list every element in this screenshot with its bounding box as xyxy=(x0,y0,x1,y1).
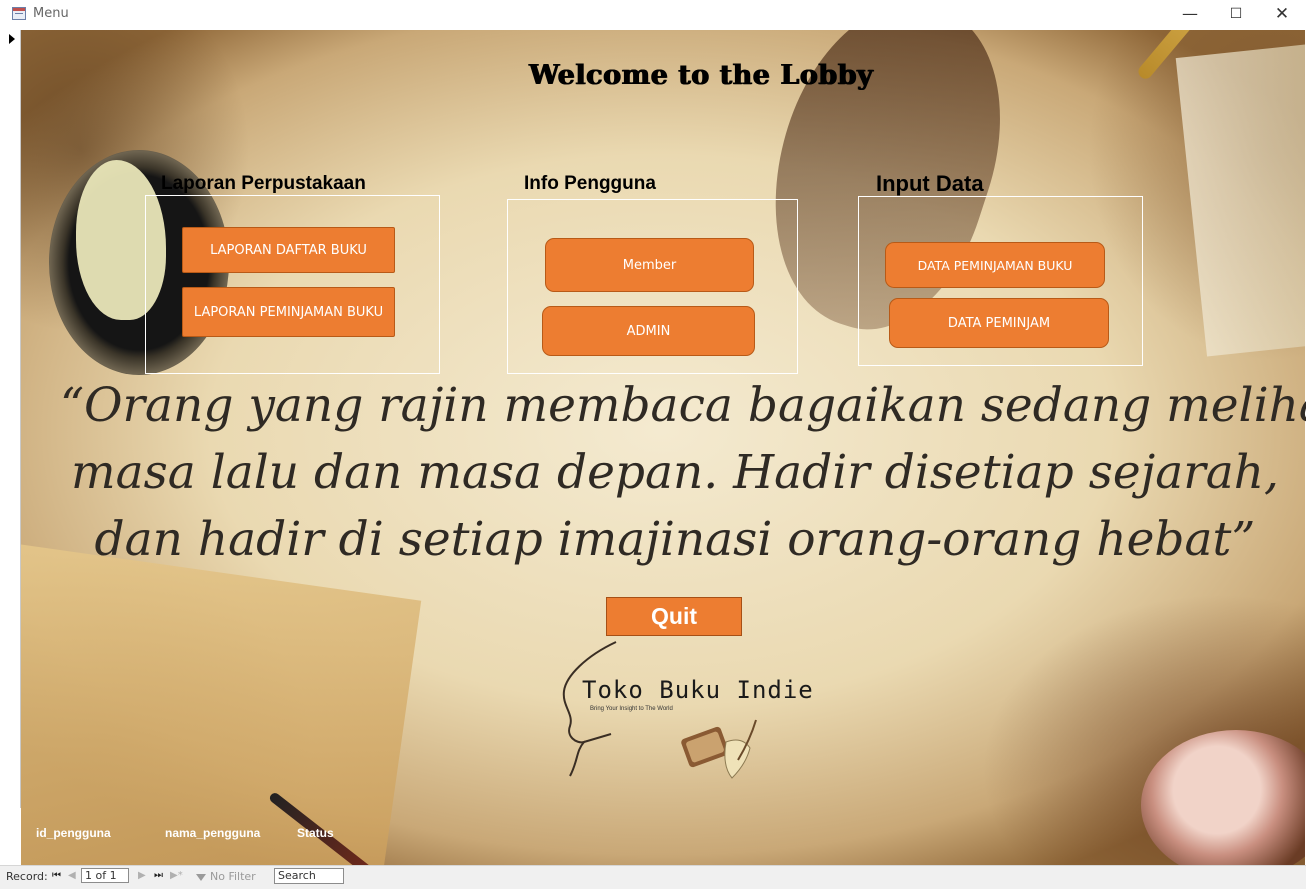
window-title-bar: Menu — ☐ ✕ xyxy=(0,0,1306,30)
quote-text: “Orang yang rajin membaca bagaikan sedan… xyxy=(60,372,1306,573)
quote-line: dan hadir di setiap imajinasi orang-oran… xyxy=(94,512,1256,567)
filter-icon xyxy=(196,873,206,881)
record-navigation-bar: Record: ⏮ ◀ 1 of 1 ▶ ⏭ ▶* No Filter Sear… xyxy=(0,865,1306,889)
minimize-button[interactable]: — xyxy=(1167,0,1213,30)
logo-tagline: Bring Your Insight to The World xyxy=(590,706,673,712)
logo-title: Toko Buku Indie xyxy=(582,676,814,704)
first-record-icon[interactable]: ⏮ xyxy=(52,870,61,881)
section-title-input-data: Input Data xyxy=(876,171,984,196)
section-title-laporan: Laporan Perpustakaan xyxy=(161,173,366,194)
search-input[interactable]: Search xyxy=(274,868,344,884)
previous-record-icon[interactable]: ◀ xyxy=(68,870,76,881)
next-record-icon[interactable]: ▶ xyxy=(138,870,146,881)
admin-button[interactable]: ADMIN xyxy=(542,306,755,356)
maximize-button[interactable]: ☐ xyxy=(1213,0,1259,30)
field-label-nama-pengguna: nama_pengguna xyxy=(165,826,261,840)
field-label-status: Status xyxy=(297,826,334,840)
quote-line: masa lalu dan masa depan. Hadir disetiap… xyxy=(71,445,1279,500)
data-peminjam-button[interactable]: DATA PEMINJAM xyxy=(889,298,1109,348)
member-button[interactable]: Member xyxy=(545,238,754,292)
laporan-daftar-buku-button[interactable]: LAPORAN DAFTAR BUKU xyxy=(182,227,395,273)
background-book xyxy=(1175,43,1305,357)
close-button[interactable]: ✕ xyxy=(1259,0,1305,30)
quote-line: “Orang yang rajin membaca bagaikan sedan… xyxy=(60,378,1306,433)
field-label-id-pengguna: id_pengguna xyxy=(36,826,111,840)
current-record-arrow-icon xyxy=(9,34,15,44)
record-selector[interactable] xyxy=(0,30,21,808)
laporan-peminjaman-buku-button[interactable]: LAPORAN PEMINJAMAN BUKU xyxy=(182,287,395,337)
background-flowers xyxy=(1141,730,1305,865)
window-title: Menu xyxy=(33,6,69,21)
record-label: Record: xyxy=(6,870,48,883)
toko-buku-indie-logo xyxy=(562,641,757,779)
filter-label: No Filter xyxy=(210,870,256,883)
quit-button[interactable]: Quit xyxy=(606,597,742,636)
data-peminjaman-buku-button[interactable]: DATA PEMINJAMAN BUKU xyxy=(885,242,1105,288)
access-form-icon xyxy=(12,7,26,20)
book-icon xyxy=(681,719,757,779)
new-record-icon[interactable]: ▶* xyxy=(170,870,183,881)
last-record-icon[interactable]: ⏭ xyxy=(154,870,163,881)
filter-toggle[interactable]: No Filter xyxy=(196,870,256,883)
record-position-input[interactable]: 1 of 1 xyxy=(81,868,129,883)
background-envelope xyxy=(21,542,422,865)
group-box-laporan xyxy=(145,195,440,374)
welcome-heading: Welcome to the Lobby xyxy=(529,60,874,91)
section-title-info-pengguna: Info Pengguna xyxy=(524,173,656,194)
